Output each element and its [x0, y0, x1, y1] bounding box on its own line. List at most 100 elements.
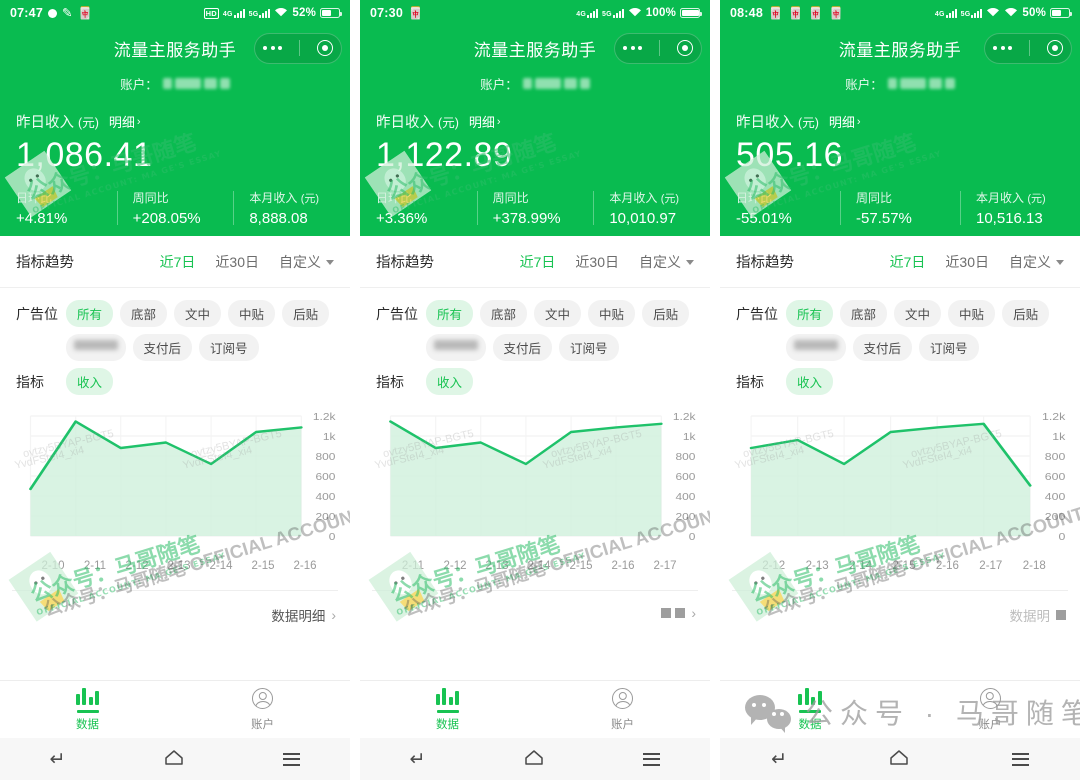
emoji-icon: 🀄 — [788, 6, 804, 20]
tab-account[interactable]: 账户 — [535, 687, 710, 732]
tab-account[interactable]: 账户 — [175, 687, 350, 732]
data-detail-label: 数据明细 — [271, 609, 326, 624]
adslot-chip[interactable]: 支付后 — [492, 334, 553, 361]
adslot-chip[interactable]: 支付后 — [132, 334, 193, 361]
svg-text:400: 400 — [1045, 492, 1066, 503]
adslot-chip[interactable]: 插屏佣 — [786, 334, 846, 361]
svg-text:600: 600 — [316, 472, 336, 483]
adslot-chip[interactable]: 支付后 — [852, 334, 913, 361]
tab-last-7-days[interactable]: 近7日 — [160, 252, 196, 272]
wechat-capsule[interactable] — [614, 32, 702, 64]
tab-last-7-days[interactable]: 近7日 — [520, 252, 556, 272]
metric-chip-income[interactable]: 收入 — [786, 368, 834, 395]
adslot-chip[interactable]: 底部 — [840, 300, 888, 327]
metric-chip-income[interactable]: 收入 — [426, 368, 474, 395]
data-detail-link[interactable]: › — [360, 591, 710, 621]
tab-custom-range[interactable]: 自定义 — [279, 252, 334, 272]
recents-icon[interactable] — [1011, 752, 1029, 766]
emoji-icon: 🀄 — [828, 6, 844, 20]
adslot-chip[interactable]: 订阅号 — [919, 334, 979, 361]
status-right: HD 4G 5G 52% — [203, 6, 342, 21]
adslot-chip-group: 所有底部文中中贴后贴插屏佣支付后订阅号 — [426, 300, 694, 361]
kpi-day-value: +4.81% — [16, 210, 68, 228]
kpi-week-label: 周同比 — [856, 191, 893, 206]
tab-data[interactable]: 数据 — [360, 687, 535, 732]
income-trend-chart: 0 200 400 600 800 1k 1.2k — [389, 412, 696, 543]
android-navigation-bar: ↵ — [720, 738, 1080, 780]
adslot-chip[interactable]: 中贴 — [948, 300, 996, 327]
emoji-icon: 🀄 — [767, 6, 784, 20]
svg-text:200: 200 — [676, 512, 696, 523]
recents-icon[interactable] — [283, 752, 301, 766]
tab-last-30-days[interactable]: 近30日 — [945, 252, 989, 272]
kpi-month-unit: (元) — [660, 193, 680, 206]
kpi-row: 日环比 -55.01% 周同比 -57.57% 本月收入 (元) 10,516.… — [720, 175, 1080, 227]
adslot-chip[interactable]: 文中 — [534, 300, 582, 327]
kpi-row: 日环比 +4.81% 周同比 +208.05% 本月收入 (元) 8,888.0… — [0, 175, 350, 227]
adslot-chip[interactable]: 后贴 — [642, 300, 690, 327]
back-icon[interactable]: ↵ — [410, 750, 426, 769]
tab-custom-range[interactable]: 自定义 — [639, 252, 694, 272]
adslot-chip[interactable]: 后贴 — [1002, 300, 1050, 327]
account-name-redacted — [522, 78, 590, 89]
svg-text:0: 0 — [689, 532, 696, 543]
x-tick: 2-14 — [209, 560, 233, 572]
more-icon[interactable] — [993, 46, 1012, 50]
adslot-chip[interactable]: 中贴 — [588, 300, 636, 327]
income-detail-link[interactable]: 明细 › — [469, 112, 501, 131]
tab-last-30-days[interactable]: 近30日 — [575, 252, 619, 272]
wifi-icon — [986, 6, 1000, 21]
wifi-icon — [274, 6, 288, 21]
home-icon[interactable] — [524, 749, 544, 770]
tab-last-30-days[interactable]: 近30日 — [215, 252, 259, 272]
adslot-chip[interactable]: 所有 — [786, 300, 834, 327]
income-detail-link[interactable]: 明细 › — [109, 112, 141, 131]
adslot-chip[interactable]: 所有 — [426, 300, 474, 327]
adslot-chip[interactable]: 文中 — [894, 300, 942, 327]
home-icon[interactable] — [889, 749, 909, 770]
adslot-chip[interactable]: 插屏佣 — [426, 334, 486, 361]
wechat-capsule[interactable] — [254, 32, 342, 64]
back-icon[interactable]: ↵ — [771, 750, 787, 769]
home-icon[interactable] — [164, 749, 184, 770]
close-target-icon[interactable] — [1046, 40, 1063, 56]
data-detail-link[interactable]: 数据明 — [720, 591, 1080, 625]
kpi-month-label: 本月收入 (元) — [609, 191, 680, 206]
x-tick: 2-14 — [527, 560, 551, 572]
more-icon[interactable] — [263, 46, 282, 50]
status-time: 07:30 — [370, 6, 403, 20]
tab-data[interactable]: 数据 — [0, 687, 175, 732]
metric-chip-income[interactable]: 收入 — [66, 368, 114, 395]
adslot-chip[interactable]: 所有 — [66, 300, 114, 327]
tab-last-7-days[interactable]: 近7日 — [890, 252, 926, 272]
bar-chart-icon — [435, 687, 460, 706]
more-icon[interactable] — [623, 46, 642, 50]
chart-y-axis-labels: 0 200 400 600 800 1k 1.2k — [313, 412, 336, 543]
back-icon[interactable]: ↵ — [50, 750, 66, 769]
close-target-icon[interactable] — [676, 40, 693, 56]
adslot-chip[interactable]: 文中 — [174, 300, 222, 327]
metric-label: 指标 — [16, 374, 44, 390]
adslot-chip[interactable]: 后贴 — [282, 300, 330, 327]
adslot-chip[interactable]: 订阅号 — [199, 334, 259, 361]
close-target-icon[interactable] — [316, 40, 333, 56]
metric-label: 指标 — [376, 374, 404, 390]
yesterday-income-value: 505.16 — [736, 136, 843, 174]
adslot-chip[interactable]: 订阅号 — [559, 334, 619, 361]
adslot-chip[interactable]: 插屏佣 — [66, 334, 126, 361]
recents-icon[interactable] — [643, 752, 661, 766]
adslot-chip[interactable]: 底部 — [120, 300, 168, 327]
adslot-chip[interactable]: 底部 — [480, 300, 528, 327]
kpi-month-unit: (元) — [1027, 193, 1046, 206]
account-name-redacted — [162, 78, 230, 89]
data-detail-link[interactable]: 数据明细 › — [0, 591, 350, 625]
wechat-capsule[interactable] — [984, 32, 1072, 64]
tab-account-label: 账户 — [611, 718, 634, 731]
filter-section: 广告位 所有底部文中中贴后贴插屏佣支付后订阅号 指标 收入 — [720, 288, 1080, 395]
status-right: 4G 5G 100% — [576, 6, 702, 21]
income-unit: (元) — [78, 116, 99, 130]
tab-custom-range[interactable]: 自定义 — [1009, 252, 1064, 272]
adslot-chip[interactable]: 中贴 — [228, 300, 276, 327]
wifi-icon — [1004, 6, 1018, 21]
income-detail-link[interactable]: 明细 › — [829, 112, 861, 131]
